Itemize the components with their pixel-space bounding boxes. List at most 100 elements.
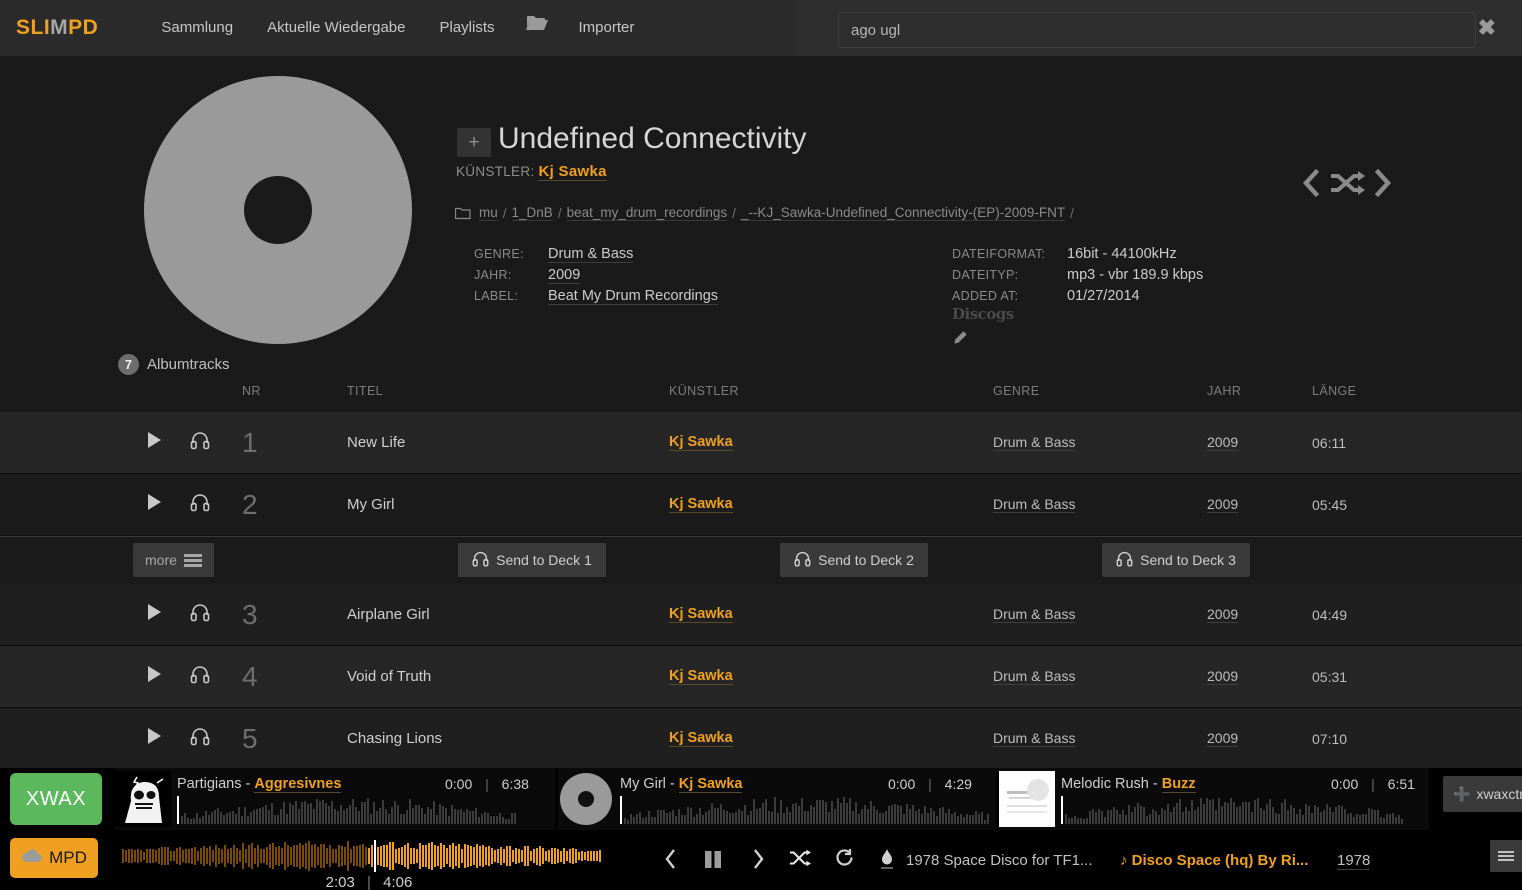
shuffle-icon[interactable] [789, 848, 811, 873]
breadcrumb-segment-1[interactable]: 1_DnB [511, 205, 553, 221]
mpd-playhead[interactable] [374, 840, 376, 872]
logo-part-2: M [50, 16, 69, 39]
send-to-deck-3-button[interactable]: Send to Deck 3 [1102, 543, 1250, 577]
track-year[interactable]: 2009 [1207, 434, 1239, 451]
meta-value-jahr[interactable]: 2009 [548, 267, 581, 284]
chevron-right-icon[interactable] [1372, 168, 1394, 203]
mpd-button[interactable]: MPD [10, 838, 98, 878]
track-title[interactable]: New Life [347, 434, 405, 451]
play-icon[interactable] [146, 602, 164, 627]
deck-3-playhead[interactable] [1061, 796, 1063, 824]
mpd-now-playing-title[interactable]: 1978 Space Disco for TF1... [906, 852, 1092, 869]
column-header-jahr[interactable]: JAHR [1207, 384, 1241, 398]
more-button[interactable]: more [133, 543, 214, 577]
pencil-icon[interactable] [952, 330, 968, 351]
mpd-now-playing-stream[interactable]: ♪ Disco Space (hq) By Ri... [1120, 852, 1308, 869]
headphones-icon[interactable] [190, 664, 210, 689]
deck-2[interactable]: My Girl - Kj Sawka 0:00 | 4:29 [558, 768, 996, 830]
column-header-laenge[interactable]: LÄNGE [1312, 384, 1356, 398]
play-icon[interactable] [146, 664, 164, 689]
hamburger-menu-icon[interactable] [1490, 840, 1522, 872]
meta-value-genre[interactable]: Drum & Bass [548, 246, 634, 263]
play-icon[interactable] [146, 430, 164, 455]
nav-item-playlists[interactable]: Playlists [422, 0, 511, 56]
track-artist[interactable]: Kj Sawka [669, 434, 733, 451]
table-row[interactable]: 1 New Life Kj Sawka Drum & Bass 2009 06:… [0, 412, 1522, 474]
track-title[interactable]: Airplane Girl [347, 606, 430, 623]
deck-1-playhead[interactable] [177, 796, 179, 824]
album-artist-line: KÜNSTLER: Kj Sawka [456, 163, 607, 181]
deck-3-waveform[interactable] [1061, 796, 1403, 824]
track-title[interactable]: Void of Truth [347, 668, 431, 685]
deck-1[interactable]: Partigians - Aggresivnes 0:00 | 6:38 [115, 768, 555, 830]
breadcrumb-segment-2[interactable]: beat_my_drum_recordings [566, 205, 728, 221]
meta-key-dateiformat: DATEIFORMAT: [952, 247, 1046, 261]
flame-icon[interactable] [879, 848, 895, 875]
deck-2-title: My Girl - [620, 776, 679, 792]
headphones-icon[interactable] [190, 602, 210, 627]
play-icon[interactable] [146, 726, 164, 751]
nav-item-sammlung[interactable]: Sammlung [144, 0, 250, 56]
repeat-icon[interactable] [835, 848, 855, 874]
nav-item-aktuelle-wiedergabe[interactable]: Aktuelle Wiedergabe [250, 0, 422, 56]
deck-2-times: 0:00 | 4:29 [888, 776, 972, 792]
deck-2-playhead[interactable] [620, 796, 622, 824]
deck-3[interactable]: Melodic Rush - Buzz 0:00 | 6:51 [999, 768, 1429, 830]
track-actions-bar: more Send to Deck 1 Send to Deck 2 Send … [0, 536, 1522, 584]
meta-value-label[interactable]: Beat My Drum Recordings [548, 288, 719, 305]
album-cover[interactable] [133, 65, 423, 355]
table-row[interactable]: 4 Void of Truth Kj Sawka Drum & Bass 200… [0, 646, 1522, 708]
track-year[interactable]: 2009 [1207, 496, 1239, 513]
chevron-left-icon[interactable] [1300, 168, 1322, 203]
nav-item-importer[interactable]: Importer [562, 0, 652, 56]
send-to-deck-2-button[interactable]: Send to Deck 2 [780, 543, 928, 577]
meta-key-added-at: ADDED AT: [952, 289, 1019, 303]
send-to-deck-1-button[interactable]: Send to Deck 1 [458, 543, 606, 577]
table-row[interactable]: 5 Chasing Lions Kj Sawka Drum & Bass 200… [0, 708, 1522, 770]
track-title[interactable]: My Girl [347, 496, 395, 513]
mpd-waveform[interactable] [122, 840, 616, 872]
next-icon[interactable] [750, 848, 766, 875]
table-row[interactable]: 3 Airplane Girl Kj Sawka Drum & Bass 200… [0, 584, 1522, 646]
track-year[interactable]: 2009 [1207, 606, 1239, 623]
headphones-icon[interactable] [190, 726, 210, 751]
play-icon[interactable] [146, 492, 164, 517]
shuffle-icon[interactable] [1328, 168, 1366, 203]
xwaxctrl-button[interactable]: ➕ xwaxctrl [1443, 776, 1522, 812]
pause-icon[interactable] [702, 848, 724, 875]
track-artist[interactable]: Kj Sawka [669, 668, 733, 685]
table-row[interactable]: 2 My Girl Kj Sawka Drum & Bass 2009 05:4… [0, 474, 1522, 536]
track-artist[interactable]: Kj Sawka [669, 496, 733, 513]
nav-item-browse-folder[interactable] [512, 0, 562, 56]
headphones-icon[interactable] [190, 430, 210, 455]
breadcrumb-segment-3[interactable]: _--KJ_Sawka-Undefined_Connectivity-(EP)-… [740, 205, 1066, 221]
album-artist-link[interactable]: Kj Sawka [538, 163, 607, 181]
track-genre[interactable]: Drum & Bass [993, 496, 1076, 513]
column-header-genre[interactable]: GENRE [993, 384, 1039, 398]
column-header-kuenstler[interactable]: KÜNSTLER [669, 384, 739, 398]
track-artist[interactable]: Kj Sawka [669, 606, 733, 623]
discogs-logo[interactable]: Discogs [952, 305, 1014, 323]
xwax-button[interactable]: XWAX [10, 773, 102, 825]
add-album-button[interactable]: + [457, 128, 491, 157]
mpd-now-playing-year[interactable]: 1978 [1337, 852, 1371, 870]
track-title[interactable]: Chasing Lions [347, 730, 442, 747]
track-genre[interactable]: Drum & Bass [993, 730, 1076, 747]
track-genre[interactable]: Drum & Bass [993, 668, 1076, 685]
column-header-titel[interactable]: TITEL [347, 384, 383, 398]
breadcrumb-segment-0[interactable]: mu [479, 205, 498, 221]
search-input[interactable] [839, 13, 1475, 47]
deck-1-waveform[interactable] [177, 796, 516, 824]
app-logo[interactable]: SLIMPD [16, 16, 98, 40]
track-year[interactable]: 2009 [1207, 730, 1239, 747]
track-genre[interactable]: Drum & Bass [993, 606, 1076, 623]
column-header-nr[interactable]: NR [242, 384, 261, 398]
headphones-icon[interactable] [190, 492, 210, 517]
track-year[interactable]: 2009 [1207, 668, 1239, 685]
track-genre[interactable]: Drum & Bass [993, 434, 1076, 451]
search-box[interactable] [838, 12, 1476, 48]
clear-search-icon[interactable]: ✖ [1478, 17, 1496, 39]
track-artist[interactable]: Kj Sawka [669, 730, 733, 747]
previous-icon[interactable] [663, 848, 679, 875]
deck-2-waveform[interactable] [620, 796, 990, 824]
